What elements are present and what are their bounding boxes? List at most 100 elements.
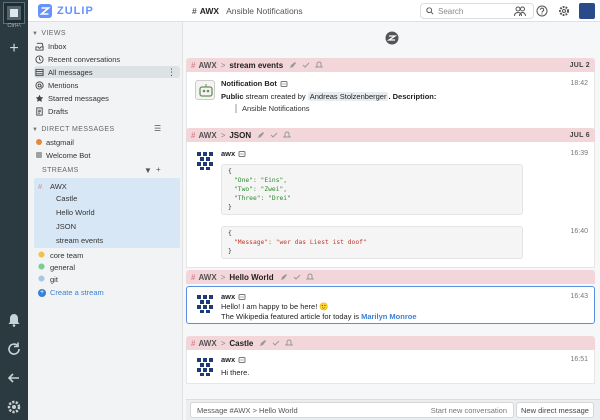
user-avatar[interactable] [579,3,595,19]
message-feed: # AWX > stream events JUL 2 Notification … [186,22,600,420]
view-all-messages[interactable]: All messages ⋮ [34,66,180,78]
recipient-bar[interactable]: # AWX > JSON JUL 6 [186,128,595,142]
edit-topic-icon[interactable] [289,61,297,69]
users-icon[interactable] [512,3,528,19]
stream-globe-icon [38,274,47,284]
narrow-stream-name[interactable]: AWX [200,6,219,16]
message-time[interactable]: 16:39 [570,150,588,157]
app-rail: Ctrl+\ + [0,0,28,420]
collapse-caret-icon: ▼ [32,30,39,37]
help-icon[interactable] [534,3,550,19]
topic-json[interactable]: JSON [56,220,76,233]
article-link[interactable]: Marilyn Monroe [361,312,416,321]
filter-streams-icon[interactable]: ▼ [144,166,152,175]
stream-general[interactable]: general [38,261,75,273]
resolve-check-icon[interactable] [302,61,310,69]
direct-messages-header[interactable]: ▼ DIRECT MESSAGES [32,126,115,133]
mute-bell-icon[interactable] [283,131,292,139]
clock-icon [34,54,44,64]
bot-avatar[interactable] [195,80,215,100]
new-direct-message-button[interactable]: New direct message [516,402,594,418]
views-header[interactable]: ▼ VIEWS [32,30,66,37]
view-inbox[interactable]: Inbox [34,40,180,52]
message-sender[interactable]: Notification Bot [221,79,288,88]
bot-badge-icon [238,357,246,363]
topic-stream-events[interactable]: stream events [56,234,103,247]
message-row[interactable]: awx 16:51 Hi there. [186,350,595,384]
bell-icon[interactable] [6,312,22,328]
message-time[interactable]: 16:51 [570,356,588,363]
compose-message-box[interactable]: Message #AWX > Hello World Start new con… [190,402,514,418]
message-sender[interactable]: awx [221,292,246,301]
bot-badge-icon [238,294,246,300]
at-sign-icon [34,80,44,90]
edit-topic-icon[interactable] [257,131,265,139]
compose-dm-icon[interactable]: ☰ [154,124,161,133]
message-sender[interactable]: awx [221,149,246,158]
recipient-topic[interactable]: Castle [229,339,253,348]
stream-hash-icon: # [192,6,197,16]
message-time[interactable]: 16:43 [570,293,588,300]
message-time[interactable]: 16:40 [570,228,588,235]
message-content: Public stream created by Andreas Stolzen… [221,92,437,101]
quoted-description: Ansible Notifications [235,104,310,113]
stream-globe-icon [38,250,47,260]
compose-bar: Message #AWX > Hello World Start new con… [186,399,600,420]
org-avatar[interactable] [3,2,25,24]
view-recent-conversations[interactable]: Recent conversations [34,53,180,65]
gear-icon[interactable] [6,399,22,415]
selected-message-row[interactable]: awx 16:43 Hello! I am happy to be here! … [186,286,595,324]
edit-topic-icon[interactable] [280,273,288,281]
user-mention[interactable]: Andreas Stolzenberger [307,92,389,101]
mute-bell-icon[interactable] [305,273,314,281]
more-options-icon[interactable]: ⋮ [167,66,176,78]
code-block: { "One": "Eins", "Two": "Zwei", "Three":… [221,164,523,215]
stream-git[interactable]: git [38,273,58,285]
pencil-icon [34,106,44,116]
inbox-icon [34,41,44,51]
resolve-check-icon[interactable] [293,273,301,281]
recipient-topic[interactable]: Hello World [229,273,273,282]
recipient-bar[interactable]: # AWX > Castle [186,336,595,350]
settings-gear-icon[interactable] [556,3,572,19]
bot-badge-icon [238,151,246,157]
dm-astgmail[interactable]: astgmail [36,136,74,148]
dm-welcome-bot[interactable]: Welcome Bot [36,149,90,161]
message-content: Hi there. [221,368,250,377]
topic-castle[interactable]: Castle [56,192,77,205]
add-stream-icon[interactable]: + [156,165,161,174]
reload-icon[interactable] [6,341,22,357]
stream-awx[interactable]: # AWX [38,180,67,192]
back-arrow-icon[interactable] [6,370,22,386]
view-mentions[interactable]: Mentions [34,79,180,91]
message-row[interactable]: awx 16:39 { "One": "Eins", "Two": "Zwei"… [186,142,595,268]
recipient-topic[interactable]: stream events [229,61,283,70]
message-time[interactable]: 18:42 [570,80,588,87]
recipient-bar[interactable]: # AWX > Hello World [186,270,595,284]
resolve-check-icon[interactable] [270,131,278,139]
resolve-check-icon[interactable] [272,339,280,347]
mute-bell-icon[interactable] [285,339,294,347]
create-stream-link[interactable]: + Create a stream [38,288,104,297]
stream-core-team[interactable]: core team [38,249,83,261]
view-drafts[interactable]: Drafts [34,105,180,117]
mute-bell-icon[interactable] [315,61,324,69]
awx-avatar[interactable] [195,356,215,376]
recipient-bar[interactable]: # AWX > stream events JUL 2 [186,58,595,72]
collapse-caret-icon: ▼ [32,126,39,133]
awx-avatar[interactable] [195,150,215,170]
zulip-logo[interactable]: ZULIP [38,4,94,18]
recipient-topic[interactable]: JSON [229,131,251,140]
streams-header[interactable]: STREAMS [32,167,79,174]
zulip-loading-icon [385,31,399,45]
zulip-logo-icon [38,4,52,18]
edit-topic-icon[interactable] [259,339,267,347]
narrow-stream-description: Ansible Notifications [226,6,303,16]
view-starred-messages[interactable]: Starred messages [34,92,180,104]
add-org-icon[interactable]: + [7,41,21,57]
start-new-conversation-button[interactable]: Start new conversation [431,406,507,415]
shortcut-hint: Ctrl+\ [7,23,21,29]
topic-hello-world[interactable]: Hello World [56,206,95,219]
message-sender[interactable]: awx [221,355,246,364]
awx-avatar[interactable] [195,293,215,313]
